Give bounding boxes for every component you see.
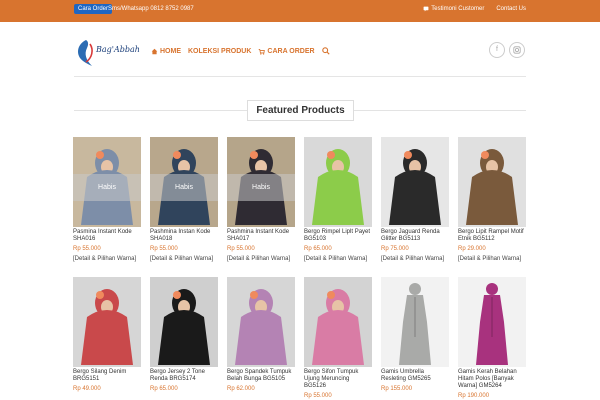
sold-out-label: Habis bbox=[73, 174, 141, 201]
instagram-glyph-icon bbox=[513, 46, 521, 54]
product-price: Rp 65.000 bbox=[304, 246, 332, 252]
featured-products-title: Featured Products bbox=[247, 100, 354, 121]
product-thumb[interactable] bbox=[150, 277, 218, 367]
product-card[interactable]: Bergo Silang Denim BRG5151 Rp 49.000 bbox=[73, 277, 141, 393]
sold-out-label: Habis bbox=[227, 174, 295, 201]
home-icon bbox=[151, 48, 158, 54]
product-price: Rp 190.000 bbox=[458, 393, 490, 399]
product-card[interactable]: Gamis Umbrella Resleting GM5265 Rp 155.0… bbox=[381, 277, 449, 393]
search-icon bbox=[321, 47, 330, 55]
logo-emblem-icon bbox=[78, 40, 93, 66]
product-thumb[interactable] bbox=[304, 277, 372, 367]
product-card[interactable]: Habis Pashmina Instan Kode SHA018 Rp 55.… bbox=[150, 137, 218, 263]
product-price: Rp 55.000 bbox=[73, 246, 101, 252]
product-price: Rp 55.000 bbox=[150, 246, 178, 252]
top-bar: Cara Order Sms/Whatsapp 0812 8752 0987 T… bbox=[0, 0, 600, 22]
product-card[interactable]: Habis Pasmina Instant Kode SHA016 Rp 55.… bbox=[73, 137, 141, 263]
product-price: Rp 62.000 bbox=[227, 386, 255, 392]
product-name[interactable]: Bergo Jersey 2 Tone Renda BRG5174 bbox=[150, 369, 218, 383]
product-image bbox=[304, 277, 372, 367]
product-image bbox=[458, 137, 526, 227]
product-card[interactable]: Habis Pashmina Instant Kode SHA017 Rp 55… bbox=[227, 137, 295, 263]
testimoni-label: Testimoni Customer bbox=[431, 6, 485, 12]
testimoni-link[interactable]: Testimoni Customer bbox=[423, 4, 484, 14]
product-thumb[interactable] bbox=[73, 277, 141, 367]
product-image bbox=[304, 137, 372, 227]
product-detail-link[interactable]: [Detail & Pilihan Warna] bbox=[381, 256, 449, 263]
product-price: Rp 29.000 bbox=[458, 246, 486, 252]
header-divider bbox=[74, 76, 526, 77]
product-name[interactable]: Pashmina Instant Kode SHA017 bbox=[227, 229, 295, 243]
product-thumb[interactable] bbox=[458, 137, 526, 227]
product-name[interactable]: Pasmina Instant Kode SHA016 bbox=[73, 229, 141, 243]
nav-cara-order-label: Cara Order bbox=[267, 47, 315, 55]
product-name[interactable]: Bergo Lipit Rampel Motif Etnik BG5112 bbox=[458, 229, 526, 243]
contact-link[interactable]: Contact Us bbox=[496, 4, 526, 14]
product-thumb[interactable] bbox=[381, 277, 449, 367]
product-name[interactable]: Bergo Silang Denim BRG5151 bbox=[73, 369, 141, 383]
product-name[interactable]: Bergo Spandek Tumpuk Belah Bunga BG5105 bbox=[227, 369, 295, 383]
main-nav: Home Koleksi Produk Cara Order bbox=[151, 47, 330, 55]
product-image bbox=[227, 277, 295, 367]
cara-order-badge[interactable]: Cara Order bbox=[74, 4, 113, 14]
product-image bbox=[150, 277, 218, 367]
product-card[interactable]: Bergo Lipit Rampel Motif Etnik BG5112 Rp… bbox=[458, 137, 526, 263]
product-card[interactable]: Bergo Jersey 2 Tone Renda BRG5174 Rp 65.… bbox=[150, 277, 218, 393]
product-image bbox=[458, 277, 526, 367]
product-price: Rp 55.000 bbox=[227, 246, 255, 252]
product-thumb[interactable] bbox=[227, 277, 295, 367]
product-detail-link[interactable]: [Detail & Pilihan Warna] bbox=[73, 256, 141, 263]
brand-logo[interactable] bbox=[74, 38, 134, 70]
product-name[interactable]: Bergo Rimpel Liplt Payet BG5103 bbox=[304, 229, 372, 243]
product-name[interactable]: Gamis Umbrella Resleting GM5265 bbox=[381, 369, 449, 383]
product-thumb[interactable]: Habis bbox=[150, 137, 218, 227]
nav-home[interactable]: Home bbox=[151, 47, 181, 55]
logo-text: Bag'Abbah bbox=[96, 45, 140, 54]
product-thumb[interactable] bbox=[458, 277, 526, 367]
product-card[interactable]: Bergo Rimpel Liplt Payet BG5103 Rp 65.00… bbox=[304, 137, 372, 263]
nav-home-label: Home bbox=[160, 47, 181, 55]
product-image bbox=[381, 137, 449, 227]
product-price: Rp 49.000 bbox=[73, 386, 101, 392]
product-name[interactable]: Gamis Kerah Belahan Hitam Polos [Banyak … bbox=[458, 369, 526, 390]
product-name[interactable]: Pashmina Instan Kode SHA018 bbox=[150, 229, 218, 243]
product-price: Rp 55.000 bbox=[304, 393, 332, 399]
product-thumb[interactable] bbox=[381, 137, 449, 227]
product-detail-link[interactable]: [Detail & Pilihan Warna] bbox=[150, 256, 218, 263]
product-name[interactable]: Bergo Jaguard Renda Glitter BG5113 bbox=[381, 229, 449, 243]
instagram-icon[interactable] bbox=[509, 42, 525, 58]
product-price: Rp 75.000 bbox=[381, 246, 409, 252]
product-thumb[interactable] bbox=[304, 137, 372, 227]
nav-koleksi-label: Koleksi Produk bbox=[188, 47, 252, 55]
product-card[interactable]: Gamis Kerah Belahan Hitam Polos [Banyak … bbox=[458, 277, 526, 400]
nav-koleksi-produk[interactable]: Koleksi Produk bbox=[188, 47, 251, 55]
comment-icon bbox=[423, 6, 429, 12]
sold-out-label: Habis bbox=[150, 174, 218, 201]
product-name[interactable]: Bergo Sifon Tumpuk Ujung Meruncing BG512… bbox=[304, 369, 372, 390]
sms-whatsapp-text: Sms/Whatsapp 0812 8752 0987 bbox=[108, 6, 194, 12]
product-image bbox=[381, 277, 449, 367]
product-image bbox=[73, 277, 141, 367]
nav-cara-order[interactable]: Cara Order bbox=[258, 47, 315, 55]
nav-search[interactable] bbox=[321, 47, 330, 55]
product-price: Rp 65.000 bbox=[150, 386, 178, 392]
cart-icon bbox=[259, 48, 266, 55]
product-card[interactable]: Bergo Jaguard Renda Glitter BG5113 Rp 75… bbox=[381, 137, 449, 263]
product-thumb[interactable]: Habis bbox=[227, 137, 295, 227]
product-thumb[interactable]: Habis bbox=[73, 137, 141, 227]
top-links: Testimoni Customer Contact Us bbox=[423, 4, 526, 14]
product-card[interactable]: Bergo Sifon Tumpuk Ujung Meruncing BG512… bbox=[304, 277, 372, 400]
product-detail-link[interactable]: [Detail & Pilihan Warna] bbox=[458, 256, 526, 263]
product-price: Rp 155.000 bbox=[381, 386, 413, 392]
product-card[interactable]: Bergo Spandek Tumpuk Belah Bunga BG5105 … bbox=[227, 277, 295, 393]
product-detail-link[interactable]: [Detail & Pilihan Warna] bbox=[227, 256, 295, 263]
product-detail-link[interactable]: [Detail & Pilihan Warna] bbox=[304, 256, 372, 263]
facebook-icon[interactable]: f bbox=[489, 42, 505, 58]
